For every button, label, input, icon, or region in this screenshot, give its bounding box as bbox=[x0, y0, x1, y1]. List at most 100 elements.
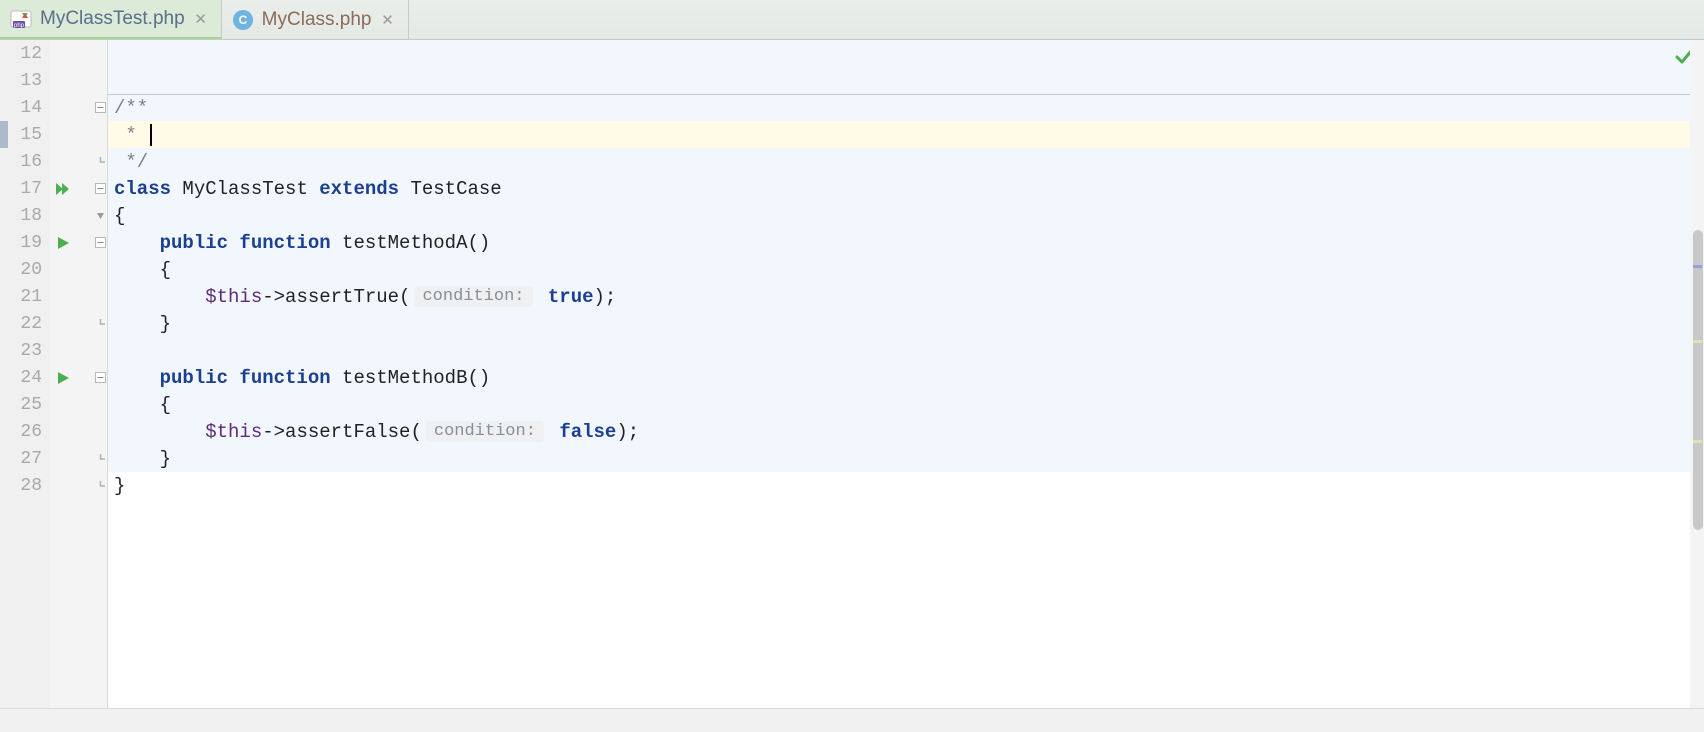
line-number: 12 bbox=[0, 44, 48, 64]
vertical-scrollbar[interactable] bbox=[1690, 40, 1704, 708]
close-icon[interactable]: ✕ bbox=[380, 12, 396, 28]
gutter-line[interactable]: 26 bbox=[0, 418, 107, 445]
gutter-line[interactable]: 14 bbox=[0, 94, 107, 121]
code-token: /** bbox=[114, 97, 148, 119]
line-number: 18 bbox=[0, 206, 48, 226]
code-token bbox=[114, 367, 160, 389]
code-line[interactable]: } bbox=[108, 310, 1704, 337]
gutter-line[interactable]: 21 bbox=[0, 283, 107, 310]
fold-open-icon[interactable] bbox=[92, 175, 108, 202]
code-token: } bbox=[114, 475, 125, 497]
class-file-icon: C bbox=[232, 9, 254, 31]
line-number: 16 bbox=[0, 152, 48, 172]
code-line[interactable]: public function testMethodB() bbox=[108, 364, 1704, 391]
code-token: * bbox=[114, 124, 148, 146]
line-number: 23 bbox=[0, 341, 48, 361]
code-line[interactable]: } bbox=[108, 445, 1704, 472]
run-test-icon[interactable] bbox=[54, 364, 74, 391]
code-line[interactable]: class MyClassTest extends TestCase bbox=[108, 175, 1704, 202]
scrollbar-thumb[interactable] bbox=[1693, 230, 1703, 530]
code-line[interactable]: public function testMethodA() bbox=[108, 229, 1704, 256]
scrollbar-mark[interactable] bbox=[1693, 265, 1702, 268]
code-token bbox=[114, 232, 160, 254]
code-token: */ bbox=[114, 151, 148, 173]
fold-close-icon[interactable] bbox=[92, 472, 108, 499]
gutter-line[interactable]: 17 bbox=[0, 175, 107, 202]
code-line[interactable] bbox=[108, 67, 1704, 94]
scrollbar-mark[interactable] bbox=[1693, 340, 1702, 343]
line-number: 20 bbox=[0, 260, 48, 280]
gutter-line[interactable]: 16 bbox=[0, 148, 107, 175]
code-token: MyClassTest bbox=[182, 178, 319, 200]
code-pane[interactable]: /** * */class MyClassTest extends TestCa… bbox=[108, 40, 1704, 708]
code-line[interactable]: * bbox=[108, 121, 1704, 148]
gutter-line[interactable]: 22 bbox=[0, 310, 107, 337]
fold-close-icon[interactable] bbox=[92, 148, 108, 175]
code-token: extends bbox=[319, 178, 410, 200]
code-token bbox=[114, 286, 205, 308]
gutter-line[interactable]: 23 bbox=[0, 337, 107, 364]
run-all-icon[interactable] bbox=[54, 175, 74, 202]
gutter-line[interactable]: 28 bbox=[0, 472, 107, 499]
run-test-icon[interactable] bbox=[54, 229, 74, 256]
code-token bbox=[114, 421, 205, 443]
code-token: { bbox=[114, 394, 171, 416]
line-number: 25 bbox=[0, 395, 48, 415]
line-number: 28 bbox=[0, 476, 48, 496]
fold-close-icon[interactable] bbox=[92, 445, 108, 472]
code-line[interactable]: $this->assertFalse(condition: false); bbox=[108, 418, 1704, 445]
code-token: } bbox=[114, 313, 171, 335]
code-token: { bbox=[114, 259, 171, 281]
gutter-line[interactable]: 19 bbox=[0, 229, 107, 256]
code-token: ->assertFalse( bbox=[262, 421, 422, 443]
tab-myclass[interactable]: C MyClass.php ✕ bbox=[222, 0, 409, 39]
code-token: testMethodB() bbox=[342, 367, 490, 389]
code-line[interactable]: { bbox=[108, 391, 1704, 418]
fold-open-icon[interactable] bbox=[92, 229, 108, 256]
fold-open-icon[interactable] bbox=[92, 94, 108, 121]
code-line[interactable]: { bbox=[108, 202, 1704, 229]
svg-text:php: php bbox=[14, 23, 25, 29]
scrollbar-mark[interactable] bbox=[1693, 440, 1702, 443]
code-line[interactable] bbox=[108, 337, 1704, 364]
line-number: 14 bbox=[0, 98, 48, 118]
fold-expand-icon[interactable] bbox=[92, 202, 108, 229]
code-token: public function bbox=[160, 367, 342, 389]
tab-bar: php MyClassTest.php ✕ C MyClass.php ✕ bbox=[0, 0, 1704, 40]
line-number: 13 bbox=[0, 71, 48, 91]
gutter-line[interactable]: 25 bbox=[0, 391, 107, 418]
code-line[interactable]: /** bbox=[108, 94, 1704, 121]
code-token: $this bbox=[205, 286, 262, 308]
code-line[interactable]: */ bbox=[108, 148, 1704, 175]
gutter-line[interactable]: 27 bbox=[0, 445, 107, 472]
code-line[interactable] bbox=[108, 40, 1704, 67]
code-line[interactable]: { bbox=[108, 256, 1704, 283]
gutter-line[interactable]: 24 bbox=[0, 364, 107, 391]
gutter-line[interactable]: 18 bbox=[0, 202, 107, 229]
line-number: 17 bbox=[0, 179, 48, 199]
code-token: ); bbox=[594, 286, 617, 308]
tab-label: MyClass.php bbox=[262, 9, 372, 31]
code-token: { bbox=[114, 205, 125, 227]
close-icon[interactable]: ✕ bbox=[193, 11, 209, 27]
line-number: 19 bbox=[0, 233, 48, 253]
code-token: class bbox=[114, 178, 182, 200]
php-file-icon: php bbox=[10, 8, 32, 30]
status-bar bbox=[0, 708, 1704, 732]
line-number: 26 bbox=[0, 422, 48, 442]
code-token: TestCase bbox=[410, 178, 501, 200]
code-line[interactable]: } bbox=[108, 472, 1704, 499]
code-token: } bbox=[114, 448, 171, 470]
gutter-line[interactable]: 12 bbox=[0, 40, 107, 67]
gutter-line[interactable]: 13 bbox=[0, 67, 107, 94]
tab-myclasstest[interactable]: php MyClassTest.php ✕ bbox=[0, 0, 222, 39]
gutter-line[interactable]: 15 bbox=[0, 121, 107, 148]
gutter-line[interactable]: 20 bbox=[0, 256, 107, 283]
fold-close-icon[interactable] bbox=[92, 310, 108, 337]
svg-text:C: C bbox=[238, 13, 247, 27]
code-line[interactable]: $this->assertTrue(condition: true); bbox=[108, 283, 1704, 310]
text-caret bbox=[150, 124, 152, 146]
fold-open-icon[interactable] bbox=[92, 364, 108, 391]
code-token bbox=[537, 286, 548, 308]
code-token: true bbox=[548, 286, 594, 308]
